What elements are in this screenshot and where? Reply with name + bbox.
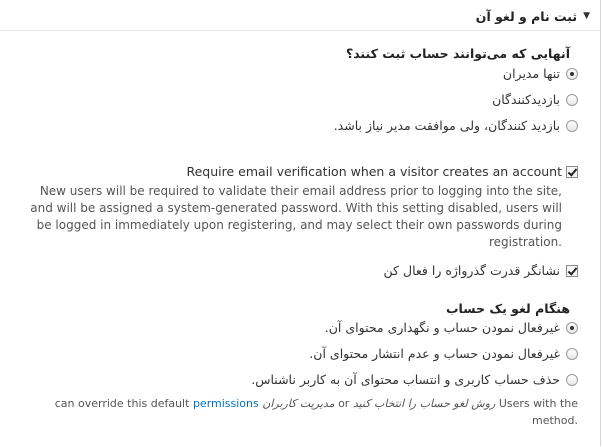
email-verification-checkbox[interactable] — [566, 165, 578, 178]
radio-button[interactable] — [566, 321, 578, 334]
password-strength-checkbox[interactable] — [566, 264, 578, 277]
legend-divider — [0, 30, 600, 31]
radio-block-unpublish[interactable]: غیرفعال نمودن حساب و عدم انتشار محتوای آ… — [309, 346, 578, 361]
radio-block-keep-content[interactable]: غیرفعال نمودن حساب و نگهداری محتوای آن. — [325, 320, 578, 335]
password-strength-label: نشانگر قدرت گذرواژه را فعال کن — [383, 263, 560, 278]
fieldset-title: ثبت نام و لغو آن — [475, 8, 578, 24]
radio-label: غیرفعال نمودن حساب و عدم انتشار محتوای آ… — [309, 346, 560, 361]
fieldset-legend[interactable]: ▼ ثبت نام و لغو آن — [476, 6, 590, 26]
radio-label: بازدیدکنندگان — [492, 92, 560, 107]
radio-button[interactable] — [566, 347, 578, 360]
radio-label: بازدید کنندگان، ولی موافقت مدیر نیاز باش… — [333, 118, 560, 133]
who-can-register-title: آنهایی که می‌توانند حساب ثبت کنند؟ — [345, 46, 570, 61]
radio-button[interactable] — [566, 373, 578, 386]
radio-visitors[interactable]: بازدیدکنندگان — [492, 92, 578, 107]
email-verification-option[interactable]: Require email verification when a visito… — [186, 164, 578, 179]
email-verification-label: Require email verification when a visito… — [186, 164, 562, 179]
password-strength-option[interactable]: نشانگر قدرت گذرواژه را فعال کن — [384, 263, 578, 278]
registration-fieldset: ▼ ثبت نام و لغو آن آنهایی که می‌توانند ح… — [0, 0, 601, 446]
collapse-triangle-icon[interactable]: ▼ — [583, 11, 590, 21]
radio-label: تنها مدیران — [502, 66, 560, 81]
radio-admins-only[interactable]: تنها مدیران — [503, 66, 578, 81]
email-verification-description: New users will be required to validate t… — [30, 184, 562, 249]
radio-label: غیرفعال نمودن حساب و نگهداری محتوای آن. — [324, 320, 560, 335]
cancel-method-description: Users with the روش لغو حساب را انتخاب کن… — [54, 397, 578, 427]
radio-button[interactable] — [566, 119, 578, 132]
radio-button[interactable] — [566, 93, 578, 106]
cancel-account-title: هنگام لغو یک حساب — [445, 301, 570, 316]
radio-button[interactable] — [566, 67, 578, 80]
permissions-link[interactable]: permissions — [193, 397, 259, 410]
radio-visitors-approval[interactable]: بازدید کنندگان، ولی موافقت مدیر نیاز باش… — [334, 118, 578, 133]
radio-label: حذف حساب کاربری و انتساب محتوای آن به کا… — [251, 372, 560, 387]
radio-delete-reassign[interactable]: حذف حساب کاربری و انتساب محتوای آن به کا… — [251, 372, 578, 387]
